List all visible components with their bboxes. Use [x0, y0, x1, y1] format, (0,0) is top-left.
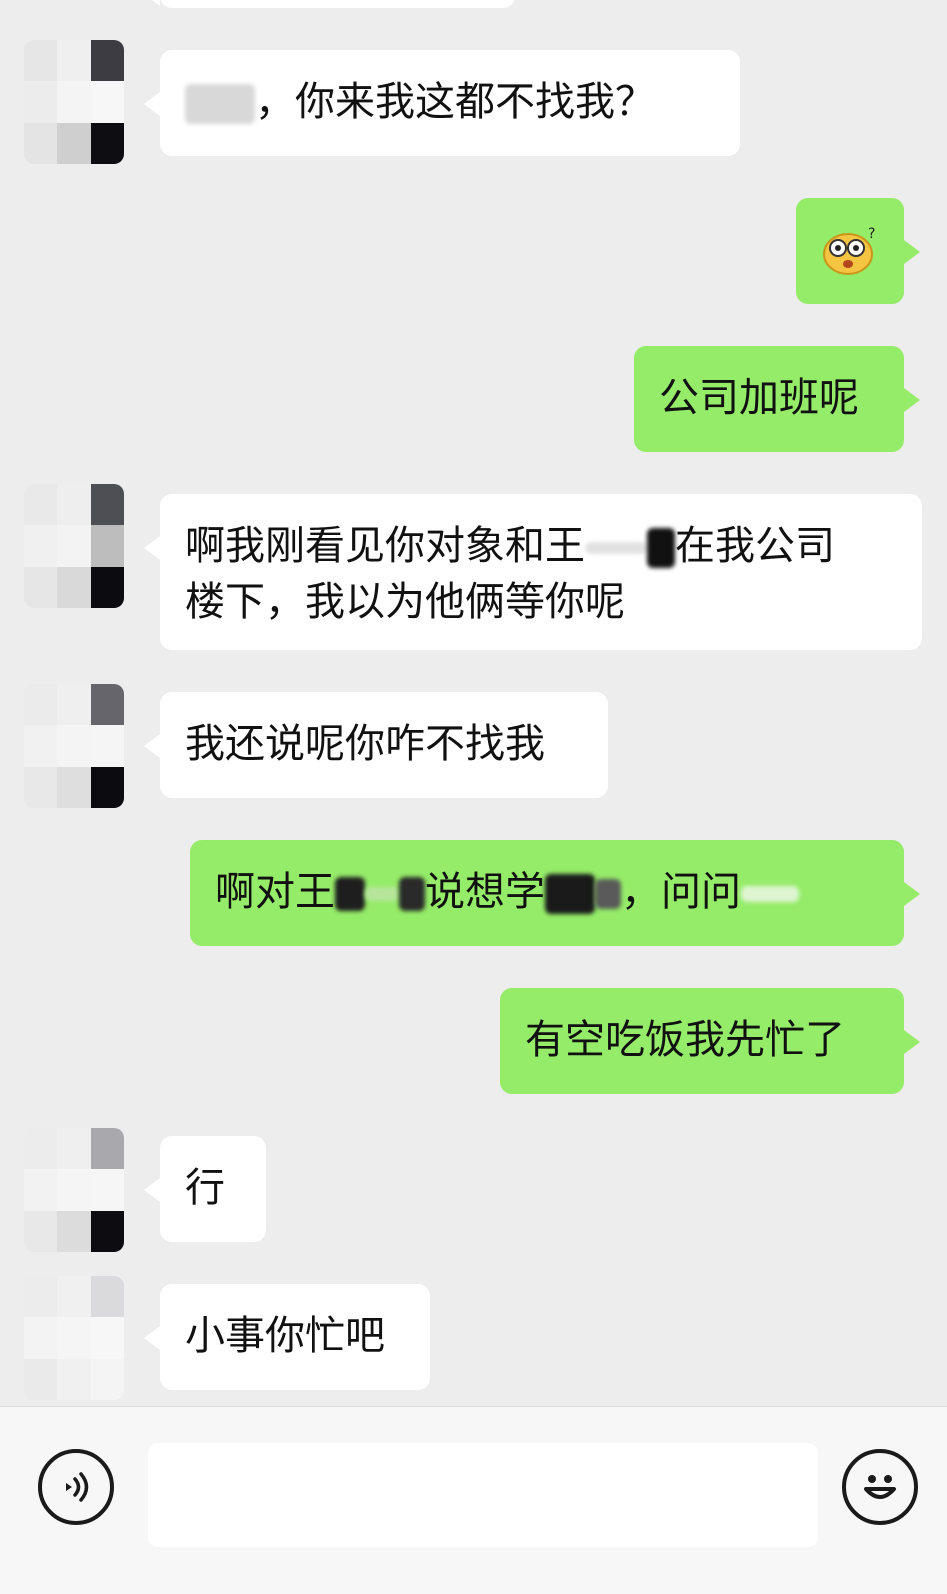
message-bubble[interactable]: 我还说呢你咋不找我 — [144, 692, 608, 798]
svg-text:?: ? — [868, 226, 875, 242]
voice-icon — [56, 1467, 96, 1511]
message-bubble[interactable]: 有空吃饭我先忙了 — [500, 988, 920, 1094]
redacted-text — [741, 886, 799, 902]
confused-emoji-icon: ? — [822, 226, 878, 291]
avatar[interactable] — [24, 1276, 124, 1400]
message-bubble[interactable]: 行 — [144, 1136, 266, 1242]
redacted-name — [647, 528, 675, 568]
redacted-name — [585, 542, 647, 554]
avatar[interactable] — [24, 1128, 124, 1252]
redacted-name — [185, 84, 255, 124]
voice-button[interactable] — [38, 1449, 114, 1525]
message-bubble[interactable]: 啊对王 说想学 ，问问 — [190, 840, 920, 946]
avatar[interactable] — [24, 40, 124, 164]
message-text: 有空吃饭我先忙了 — [525, 1017, 845, 1063]
message-text: 啊对王 — [215, 869, 335, 915]
message-bubble[interactable]: ，你来我这都不找我？ — [144, 50, 740, 156]
message-bubble[interactable]: 小事你忙吧 — [144, 1284, 430, 1390]
message-input[interactable] — [148, 1443, 818, 1547]
redacted-text — [365, 887, 399, 901]
message-text: 说想学 — [425, 869, 545, 915]
emoji-button[interactable] — [842, 1449, 918, 1525]
message-text: 行 — [185, 1165, 225, 1211]
message-text: 楼下，我以为他俩等你呢 — [185, 579, 625, 625]
message-line: 楼下，我以为他俩等你呢 — [185, 574, 897, 630]
message-text: 公司加班呢 — [659, 375, 859, 421]
chat-area: ，你来我这都不找我？ ? 公司加班呢 啊我刚看见你对象和王 在我公司 楼下，我以… — [0, 0, 947, 1430]
avatar[interactable] — [24, 484, 124, 608]
smiley-icon — [856, 1463, 904, 1515]
message-bubble[interactable]: 啊我刚看见你对象和王 在我公司 楼下，我以为他俩等你呢 — [144, 494, 922, 650]
message-text: 啊我刚看见你对象和王 — [185, 523, 585, 569]
message-bubble-partial — [144, 0, 515, 8]
message-text: 在我公司 — [675, 523, 835, 569]
message-bubble[interactable]: ? — [796, 198, 920, 304]
redacted-text — [335, 877, 365, 911]
message-text: 小事你忙吧 — [185, 1313, 385, 1359]
message-text: ，你来我这都不找我？ — [255, 79, 655, 125]
message-text: ，问问 — [621, 869, 741, 915]
avatar[interactable] — [24, 684, 124, 808]
redacted-text — [545, 874, 595, 914]
redacted-text — [399, 877, 425, 911]
message-line: 啊我刚看见你对象和王 在我公司 — [185, 518, 897, 574]
input-bar — [0, 1406, 947, 1594]
message-text: 我还说呢你咋不找我 — [185, 721, 545, 767]
redacted-text — [595, 879, 621, 909]
message-bubble[interactable]: 公司加班呢 — [634, 346, 920, 452]
